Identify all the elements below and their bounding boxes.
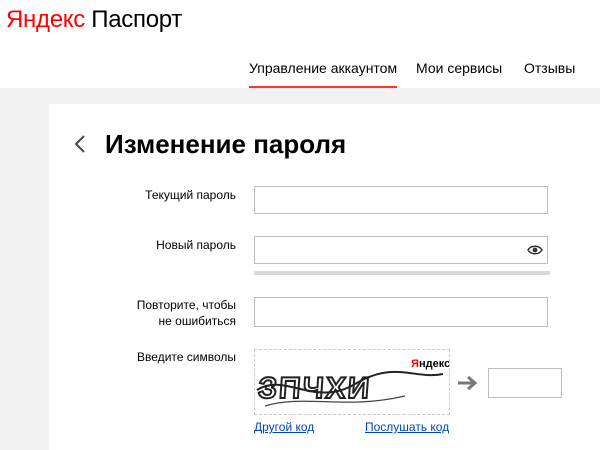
page-title: Изменение пароля <box>105 129 347 159</box>
captcha-brand-first-letter: Я <box>411 358 419 370</box>
current-password-input[interactable] <box>254 186 548 214</box>
repeat-password-label-line1: Повторите, чтобы <box>136 298 236 312</box>
repeat-password-label-line2: не ошибиться <box>158 314 236 328</box>
yandex-passport-logo[interactable]: Яндекс Паспорт <box>6 6 182 34</box>
captcha-input[interactable] <box>488 368 562 398</box>
captcha-label: Введите символы <box>137 350 236 364</box>
listen-code-link[interactable]: Послушать код <box>365 420 449 434</box>
header: Яндекс Паспорт Управление аккаунтом Мои … <box>0 0 600 88</box>
top-nav: Управление аккаунтом Мои сервисы Отзывы <box>0 59 600 88</box>
new-password-input[interactable] <box>254 236 548 264</box>
chevron-left-icon[interactable] <box>71 131 91 157</box>
repeat-password-input[interactable] <box>254 297 548 327</box>
captcha-picture: Я ндекс ЗПЧХИ <box>256 358 449 407</box>
logo-brand: Яндекс <box>6 6 85 33</box>
eye-icon[interactable] <box>527 244 543 256</box>
nav-item-feedback[interactable]: Отзывы <box>524 59 575 77</box>
password-strength-bar <box>254 271 550 275</box>
other-code-link[interactable]: Другой код <box>254 420 314 434</box>
nav-item-account-management[interactable]: Управление аккаунтом <box>249 59 398 88</box>
new-password-label: Новый пароль <box>156 238 236 252</box>
logo-product: Паспорт <box>91 6 182 33</box>
captcha-text: ЗПЧХИ <box>257 372 372 405</box>
nav-item-my-services[interactable]: Мои сервисы <box>416 59 502 77</box>
arrow-right-icon <box>458 375 478 391</box>
current-password-label: Текущий пароль <box>145 188 236 202</box>
captcha-image: Я ндекс ЗПЧХИ <box>254 349 450 415</box>
captcha-brand: ндекс <box>419 358 449 370</box>
repeat-password-label: Повторите, чтобы не ошибиться <box>96 297 236 329</box>
change-password-card: Изменение пароля Текущий пароль Новый па… <box>49 104 600 450</box>
